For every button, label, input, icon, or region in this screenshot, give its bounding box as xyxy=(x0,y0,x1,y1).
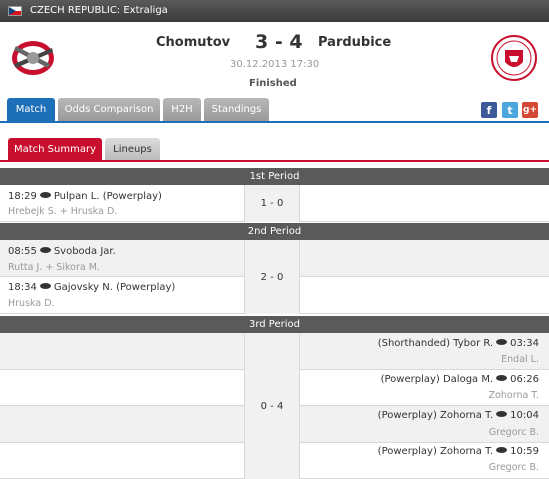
period-header-3: 3rd Period xyxy=(0,316,549,333)
event-time: 10:04 xyxy=(510,410,539,421)
puck-icon xyxy=(496,447,508,453)
event-scorer[interactable]: (Powerplay) Zohorna T. xyxy=(378,446,494,457)
tab-underline xyxy=(0,121,549,123)
puck-icon xyxy=(39,283,51,289)
league-title[interactable]: CZECH REPUBLIC: Extraliga xyxy=(30,5,168,16)
tab-match[interactable]: Match xyxy=(7,98,55,121)
event-assist: Hrebejk S. + Hruska D. xyxy=(8,206,118,217)
event-assist: Gregorc B. xyxy=(488,462,539,473)
subtab-match-summary[interactable]: Match Summary xyxy=(8,138,102,160)
event-time: 18:29 xyxy=(8,191,37,202)
event-scorer[interactable]: Gajovsky N. (Powerplay) xyxy=(54,282,175,293)
puck-icon xyxy=(39,247,51,253)
period-header-2: 2nd Period xyxy=(0,223,549,240)
event-time: 08:55 xyxy=(8,246,37,257)
league-bar: CZECH REPUBLIC: Extraliga xyxy=(0,0,549,22)
puck-icon xyxy=(496,375,508,381)
home-team-name[interactable]: Chomutov xyxy=(156,35,230,50)
subtab-lineups[interactable]: Lineups xyxy=(105,138,160,160)
event-assist: Gregorc B. xyxy=(488,427,539,438)
tab-h2h[interactable]: H2H xyxy=(163,98,201,121)
czech-flag-icon xyxy=(8,6,22,16)
event-away: (Powerplay) Daloga M. 06:26 xyxy=(381,374,539,385)
period-header-1: 1st Period xyxy=(0,168,549,185)
event-assist: Zohorna T. xyxy=(488,390,539,401)
facebook-icon[interactable]: f xyxy=(481,102,497,118)
event-home: 18:34 Gajovsky N. (Powerplay) xyxy=(8,282,175,293)
subtab-underline xyxy=(0,160,549,162)
match-score: 3 - 4 xyxy=(255,31,303,53)
away-team-name[interactable]: Pardubice xyxy=(318,35,391,50)
event-home: 08:55 Svoboda Jar. xyxy=(8,246,116,257)
tab-odds-comparison[interactable]: Odds Comparison xyxy=(58,98,160,121)
event-away: (Shorthanded) Tybor R. 03:34 xyxy=(378,338,539,349)
event-time: 03:34 xyxy=(510,338,539,349)
match-datetime: 30.12.2013 17:30 xyxy=(230,59,320,70)
event-home: 18:29 Pulpan L. (Powerplay) xyxy=(8,191,162,202)
period-score-2: 2 - 0 xyxy=(244,240,300,314)
event-scorer[interactable]: (Shorthanded) Tybor R. xyxy=(378,338,493,349)
event-away: (Powerplay) Zohorna T. 10:04 xyxy=(378,410,539,421)
event-away: (Powerplay) Zohorna T. 10:59 xyxy=(378,446,539,457)
event-assist: Hruska D. xyxy=(8,298,55,309)
period-score-1: 1 - 0 xyxy=(244,185,300,222)
event-time: 10:59 xyxy=(510,446,539,457)
puck-icon xyxy=(39,192,51,198)
event-assist: Rutta J. + Sikora M. xyxy=(8,262,100,273)
google-plus-icon[interactable]: g+ xyxy=(522,102,538,118)
period-score-3: 0 - 4 xyxy=(244,333,300,479)
puck-icon xyxy=(496,411,508,417)
tab-standings[interactable]: Standings xyxy=(204,98,269,121)
event-time: 18:34 xyxy=(8,282,37,293)
event-scorer[interactable]: Svoboda Jar. xyxy=(54,246,116,257)
event-scorer[interactable]: (Powerplay) Daloga M. xyxy=(381,374,494,385)
home-team-logo[interactable] xyxy=(8,34,58,78)
twitter-icon[interactable]: t xyxy=(502,102,518,118)
event-scorer[interactable]: (Powerplay) Zohorna T. xyxy=(378,410,494,421)
event-time: 06:26 xyxy=(510,374,539,385)
away-team-logo[interactable] xyxy=(490,32,538,84)
puck-icon xyxy=(496,339,508,345)
event-scorer[interactable]: Pulpan L. (Powerplay) xyxy=(54,191,162,202)
match-status: Finished xyxy=(249,78,297,89)
event-assist: Endal L. xyxy=(501,354,539,365)
